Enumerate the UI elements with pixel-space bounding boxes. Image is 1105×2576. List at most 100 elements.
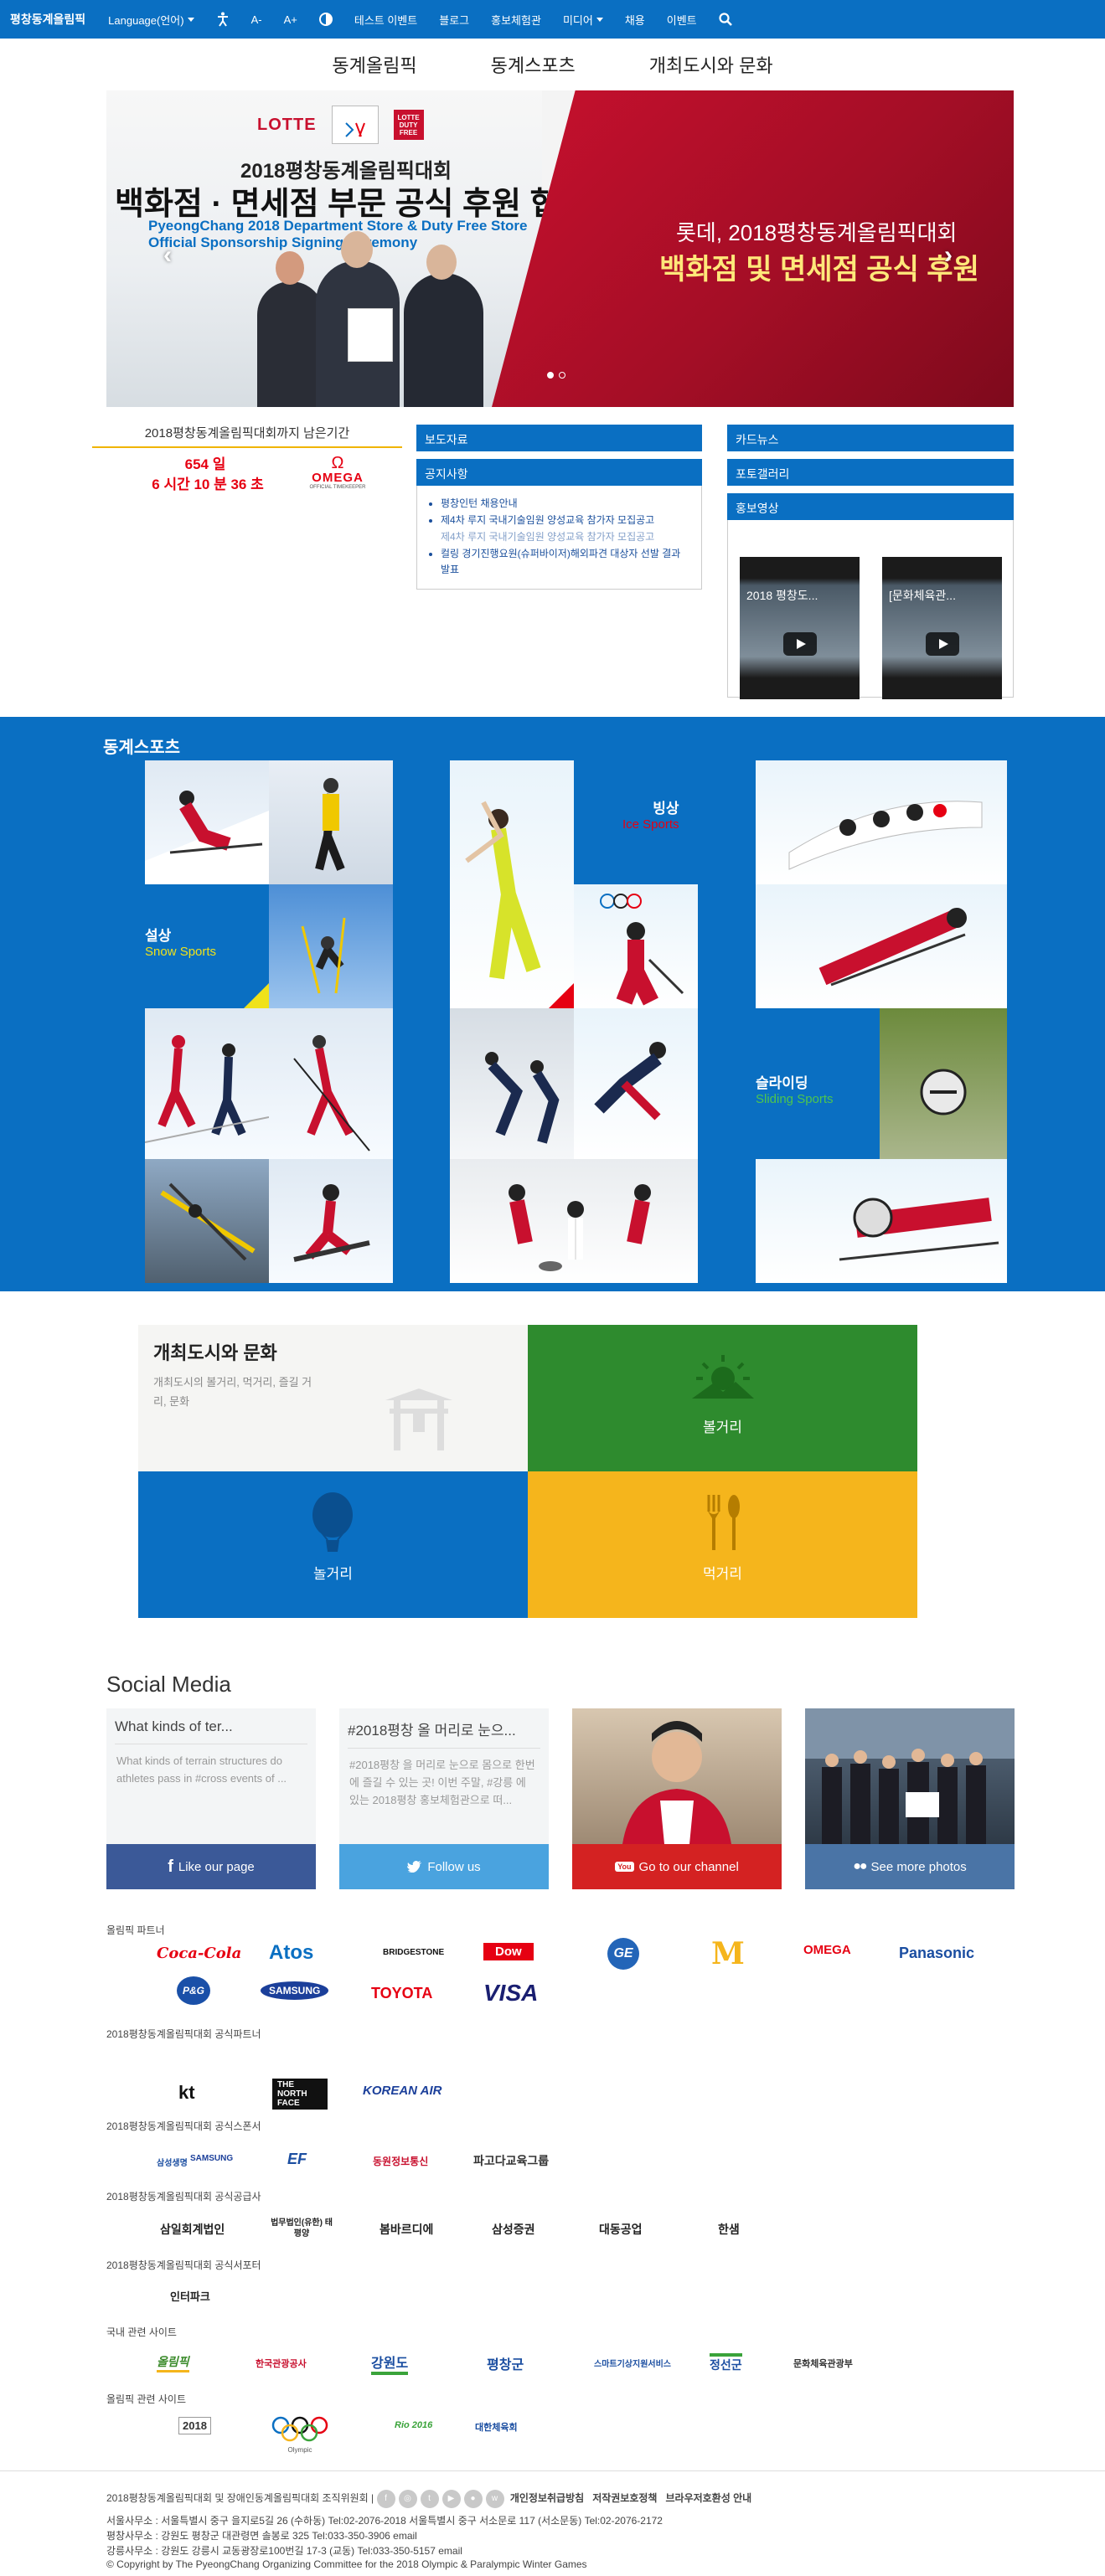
sponsor-logo[interactable]: kt <box>178 2082 195 2104</box>
youtube-channel-button[interactable]: You Go to our channel <box>572 1844 782 1889</box>
instagram-icon[interactable]: ◎ <box>398 2490 417 2508</box>
tile-luge[interactable] <box>756 884 1007 1008</box>
sponsor-logo[interactable]: 파고다교육그룹 <box>473 2152 549 2169</box>
play-icon[interactable] <box>926 632 959 656</box>
play-icon[interactable] <box>783 632 817 656</box>
weibo-icon[interactable]: w <box>485 2490 504 2508</box>
youtube-card[interactable]: You Go to our channel <box>572 1708 782 1889</box>
sponsor-logo[interactable]: VISA <box>483 1980 538 2007</box>
related-site-logo[interactable]: 정선군 <box>710 2353 742 2373</box>
flickr-card[interactable]: ●● See more photos <box>805 1708 1015 1889</box>
tile-freestyle-aerials[interactable] <box>269 884 393 1008</box>
flickr-icon[interactable]: ● <box>463 2490 483 2508</box>
carousel-next-icon[interactable]: › <box>944 241 953 270</box>
font-decrease-button[interactable]: A- <box>240 0 273 39</box>
tab-photo-gallery[interactable]: 포토갤러리 <box>727 459 1014 486</box>
video-thumbnail-1[interactable]: 2018 평창도... <box>740 557 860 699</box>
related-site-logo[interactable]: 2018 <box>178 2417 211 2434</box>
carousel-dot-2[interactable] <box>559 372 565 379</box>
tab-promo-video[interactable]: 홍보영상 <box>727 493 1014 520</box>
sponsor-logo[interactable]: TOYOTA <box>371 1985 432 2002</box>
video-thumbnail-2[interactable]: [문화체육관... <box>882 557 1002 699</box>
footer-link-privacy[interactable]: 개인정보취급방침 <box>510 2492 584 2504</box>
tile-nordic-combined[interactable] <box>269 1008 393 1159</box>
related-site-logo[interactable]: 올림픽 <box>157 2353 189 2372</box>
related-site-logo[interactable]: 스마트기상지원서비스 <box>594 2357 671 2369</box>
font-increase-button[interactable]: A+ <box>273 0 308 39</box>
related-site-logo[interactable]: 문화체육관광부 <box>793 2357 853 2370</box>
sponsor-logo[interactable]: SAMSUNG <box>190 2154 233 2163</box>
tile-ice-sports-label[interactable]: 빙상 Ice Sports <box>574 760 698 884</box>
menu-event[interactable]: 이벤트 <box>656 0 708 39</box>
sponsor-logo[interactable]: Atos <box>269 1941 313 1965</box>
menu-recruit[interactable]: 채용 <box>614 0 656 39</box>
twitter-follow-button[interactable]: Follow us <box>339 1844 549 1889</box>
tile-snow-sports-label[interactable]: 설상 Snow Sports <box>145 884 269 1008</box>
sponsor-logo[interactable]: Coca-Cola <box>157 1945 241 1962</box>
related-site-logo[interactable]: 한국관광공사 <box>256 2357 307 2370</box>
tab-notice[interactable]: 공지사항 <box>416 459 702 486</box>
nav-winter-sports[interactable]: 동계스포츠 <box>454 51 612 78</box>
tile-figure-skating[interactable] <box>450 760 574 1008</box>
hero-carousel[interactable]: LOTTE LOTTE DUTY FREE 2018평창동계올림픽대회 백화점 … <box>106 90 1014 407</box>
sponsor-logo[interactable]: 인터파크 <box>170 2288 210 2304</box>
culture-food-card[interactable]: 먹거리 <box>528 1471 917 1618</box>
tile-ice-hockey[interactable] <box>574 884 698 1008</box>
related-site-logo[interactable]: 대한체육회 <box>475 2420 518 2434</box>
sponsor-logo[interactable]: THE NORTH FACE <box>272 2079 328 2110</box>
tile-short-track[interactable] <box>574 1008 698 1159</box>
sponsor-logo[interactable]: 삼일회계법인 <box>160 2221 225 2238</box>
sponsor-logo[interactable]: Dow <box>483 1943 534 1960</box>
list-item[interactable]: 제4차 루지 국내기술임원 양성교육 참가자 모집공고 <box>441 529 689 546</box>
search-icon[interactable] <box>708 0 743 39</box>
list-item[interactable]: 컬링 경기진행요원(슈퍼바이저)해외파견 대상자 선발 결과발표 <box>441 546 689 580</box>
menu-pr-center[interactable]: 홍보체험관 <box>480 0 552 39</box>
tile-bobsleigh[interactable] <box>756 760 1007 884</box>
olympic-rings-logo[interactable]: Olympic <box>271 2415 329 2454</box>
culture-intro-card[interactable]: 개최도시와 문화 개최도시의 볼거리, 먹거리, 즐길 거리, 문화 <box>138 1325 528 1471</box>
sponsor-logo[interactable]: OMEGA <box>803 1943 851 1957</box>
facebook-icon[interactable]: f <box>376 2490 395 2508</box>
related-site-logo[interactable]: 강원도 <box>371 2352 409 2375</box>
sponsor-logo[interactable]: 한샘 <box>718 2221 740 2238</box>
tile-sliding-label[interactable]: 슬라이딩 Sliding Sports <box>756 1008 880 1159</box>
sponsor-logo[interactable]: GE <box>607 1938 639 1970</box>
sponsor-logo[interactable]: 법무법인(유한) 태평양 <box>271 2218 333 2239</box>
footer-link-browser[interactable]: 브라우저호환성 안내 <box>665 2492 751 2504</box>
tile-curling[interactable] <box>450 1159 698 1283</box>
sponsor-logo[interactable]: 삼성생명 <box>157 2156 188 2168</box>
tile-cross-country[interactable] <box>145 1008 269 1159</box>
culture-entertainment-card[interactable]: 놀거리 <box>138 1471 528 1618</box>
sponsor-logo[interactable]: BRIDGESTONE <box>383 1948 444 1957</box>
flickr-photos-button[interactable]: ●● See more photos <box>805 1844 1015 1889</box>
sponsor-logo[interactable]: M <box>711 1936 745 1971</box>
sponsor-logo[interactable]: 봄바르디에 <box>380 2221 433 2238</box>
nav-winter-olympics[interactable]: 동계올림픽 <box>295 51 453 78</box>
menu-blog[interactable]: 블로그 <box>428 0 480 39</box>
carousel-prev-icon[interactable]: ‹ <box>163 241 172 270</box>
tile-ski-jumping[interactable] <box>145 1159 269 1283</box>
language-dropdown[interactable]: Language(언어) <box>97 0 204 39</box>
tile-alpine-skiing[interactable] <box>145 760 269 884</box>
menu-media-dropdown[interactable]: 미디어 <box>552 0 614 39</box>
sponsor-logo[interactable]: 대동공업 <box>599 2221 643 2238</box>
twitter-icon[interactable]: t <box>420 2490 439 2508</box>
accessibility-icon[interactable] <box>205 0 240 39</box>
tile-skeleton[interactable] <box>880 1008 1007 1159</box>
sponsor-logo[interactable]: SAMSUNG <box>261 1981 329 2000</box>
tile-snowboard[interactable] <box>269 1159 393 1283</box>
related-site-logo[interactable]: Rio 2016 <box>395 2420 432 2430</box>
list-item[interactable]: 제4차 루지 국내기술임원 양성교육 참가자 모집공고 <box>441 513 689 529</box>
contrast-icon[interactable] <box>308 0 343 39</box>
sponsor-logo[interactable]: EF <box>287 2151 307 2168</box>
related-site-logo[interactable]: 평창군 <box>487 2353 524 2373</box>
sponsor-logo[interactable]: 삼성증권 <box>492 2221 535 2238</box>
facebook-card[interactable]: What kinds of ter... What kinds of terra… <box>106 1708 316 1889</box>
sponsor-logo[interactable]: 동원정보통신 <box>373 2154 428 2168</box>
sponsor-logo[interactable]: P&G <box>177 1976 210 2005</box>
facebook-like-button[interactable]: f Like our page <box>106 1844 316 1889</box>
sponsor-logo[interactable]: KOREAN AIR <box>363 2084 441 2098</box>
tab-press-release[interactable]: 보도자료 <box>416 425 702 451</box>
menu-test-event[interactable]: 테스트 이벤트 <box>343 0 428 39</box>
tile-speed-skating[interactable] <box>450 1008 574 1159</box>
